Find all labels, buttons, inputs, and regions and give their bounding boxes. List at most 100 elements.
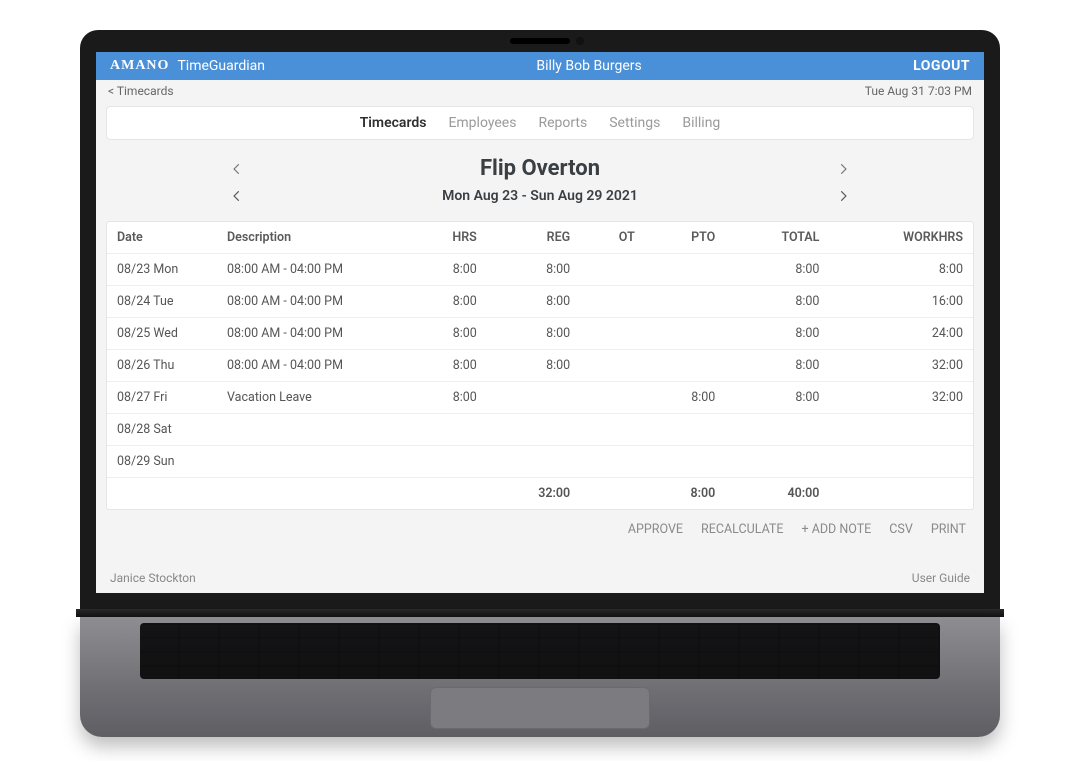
laptop-frame: AMANO TimeGuardian Billy Bob Burgers LOG… [0, 0, 1080, 737]
cell-workhrs [829, 414, 973, 446]
recalculate-button[interactable]: RECALCULATE [701, 522, 783, 537]
camera-notch [510, 38, 570, 44]
cell-pto [645, 414, 726, 446]
chevron-left-icon [230, 189, 244, 203]
prev-week-button[interactable] [226, 185, 248, 207]
cell-hrs: 8:00 [407, 350, 487, 382]
cell-total: 8:00 [725, 318, 829, 350]
cell-date: 08/28 Sat [107, 414, 217, 446]
next-employee-button[interactable] [832, 158, 854, 180]
cell-hrs: 8:00 [407, 286, 487, 318]
col-hrs: HRS [407, 222, 487, 254]
cell-description: 08:00 AM - 04:00 PM [217, 350, 407, 382]
current-datetime: Tue Aug 31 7:03 PM [865, 84, 972, 98]
tab-reports[interactable]: Reports [538, 115, 587, 131]
trackpad [430, 687, 650, 729]
table-row[interactable]: 08/23 Mon08:00 AM - 04:00 PM8:008:008:00… [107, 254, 973, 286]
add-note-button[interactable]: + ADD NOTE [802, 522, 872, 537]
brand-product: TimeGuardian [177, 58, 265, 74]
tab-billing[interactable]: Billing [682, 115, 720, 131]
cell-reg: 8:00 [487, 254, 580, 286]
cell-workhrs: 32:00 [829, 350, 973, 382]
cell-hrs [407, 446, 487, 478]
table-row[interactable]: 08/27 FriVacation Leave8:008:008:0032:00 [107, 382, 973, 414]
cell-date: 08/29 Sun [107, 446, 217, 478]
chevron-left-icon [230, 162, 244, 176]
cell-description [217, 414, 407, 446]
cell-description: Vacation Leave [217, 382, 407, 414]
cell-description: 08:00 AM - 04:00 PM [217, 254, 407, 286]
prev-employee-button[interactable] [226, 158, 248, 180]
user-guide-link[interactable]: User Guide [912, 571, 970, 585]
cell-workhrs: 16:00 [829, 286, 973, 318]
table-row[interactable]: 08/25 Wed08:00 AM - 04:00 PM8:008:008:00… [107, 318, 973, 350]
action-bar: APPROVE RECALCULATE + ADD NOTE CSV PRINT [96, 510, 984, 545]
cell-pto [645, 350, 726, 382]
company-name: Billy Bob Burgers [536, 58, 641, 74]
cell-total: 8:00 [725, 382, 829, 414]
cell-total [725, 414, 829, 446]
cell-description: 08:00 AM - 04:00 PM [217, 286, 407, 318]
cell-date: 08/27 Fri [107, 382, 217, 414]
col-pto: PTO [645, 222, 726, 254]
cell-workhrs [829, 446, 973, 478]
cell-date: 08/26 Thu [107, 350, 217, 382]
cell-pto [645, 254, 726, 286]
laptop-hinge [76, 609, 1004, 617]
timecard-card: Date Description HRS REG OT PTO TOTAL WO… [106, 221, 974, 510]
navigator: Flip Overton Mon Aug 23 - Sun Aug 29 202… [106, 150, 974, 213]
cell-date: 08/24 Tue [107, 286, 217, 318]
table-row[interactable]: 08/26 Thu08:00 AM - 04:00 PM8:008:008:00… [107, 350, 973, 382]
cell-pto [645, 318, 726, 350]
date-range: Mon Aug 23 - Sun Aug 29 2021 [442, 188, 638, 204]
tab-settings[interactable]: Settings [609, 115, 660, 131]
cell-pto [645, 446, 726, 478]
cell-description: 08:00 AM - 04:00 PM [217, 318, 407, 350]
logout-button[interactable]: LOGOUT [913, 58, 970, 74]
brand: AMANO TimeGuardian [110, 58, 265, 74]
brand-logo: AMANO [110, 58, 169, 74]
cell-reg [487, 446, 580, 478]
table-header-row: Date Description HRS REG OT PTO TOTAL WO… [107, 222, 973, 254]
sub-bar: < Timecards Tue Aug 31 7:03 PM [96, 80, 984, 102]
csv-button[interactable]: CSV [889, 522, 913, 537]
cell-hrs: 8:00 [407, 254, 487, 286]
approve-button[interactable]: APPROVE [628, 522, 683, 537]
cell-ot [580, 286, 645, 318]
current-user: Janice Stockton [110, 571, 196, 585]
next-week-button[interactable] [832, 185, 854, 207]
tab-timecards[interactable]: Timecards [360, 115, 427, 131]
col-ot: OT [580, 222, 645, 254]
table-row[interactable]: 08/28 Sat [107, 414, 973, 446]
cell-hrs: 8:00 [407, 318, 487, 350]
table-row[interactable]: 08/24 Tue08:00 AM - 04:00 PM8:008:008:00… [107, 286, 973, 318]
cell-total: 8:00 [725, 286, 829, 318]
print-button[interactable]: PRINT [931, 522, 966, 537]
cell-reg: 8:00 [487, 350, 580, 382]
tab-employees[interactable]: Employees [448, 115, 516, 131]
chevron-right-icon [836, 162, 850, 176]
totals-row: 32:00 8:00 40:00 [107, 478, 973, 510]
totals-pto: 8:00 [645, 478, 726, 510]
cell-total: 8:00 [725, 254, 829, 286]
totals-reg: 32:00 [487, 478, 580, 510]
col-date: Date [107, 222, 217, 254]
cell-reg: 8:00 [487, 318, 580, 350]
cell-hrs: 8:00 [407, 382, 487, 414]
cell-reg [487, 382, 580, 414]
timecard-table: Date Description HRS REG OT PTO TOTAL WO… [107, 222, 973, 509]
top-bar: AMANO TimeGuardian Billy Bob Burgers LOG… [96, 52, 984, 80]
breadcrumb-back[interactable]: < Timecards [108, 84, 174, 98]
cell-total: 8:00 [725, 350, 829, 382]
table-row[interactable]: 08/29 Sun [107, 446, 973, 478]
cell-workhrs: 24:00 [829, 318, 973, 350]
col-reg: REG [487, 222, 580, 254]
cell-hrs [407, 414, 487, 446]
cell-ot [580, 446, 645, 478]
app-screen: AMANO TimeGuardian Billy Bob Burgers LOG… [96, 52, 984, 593]
cell-reg [487, 414, 580, 446]
keyboard-deck [80, 617, 1000, 737]
cell-ot [580, 350, 645, 382]
cell-reg: 8:00 [487, 286, 580, 318]
cell-date: 08/25 Wed [107, 318, 217, 350]
